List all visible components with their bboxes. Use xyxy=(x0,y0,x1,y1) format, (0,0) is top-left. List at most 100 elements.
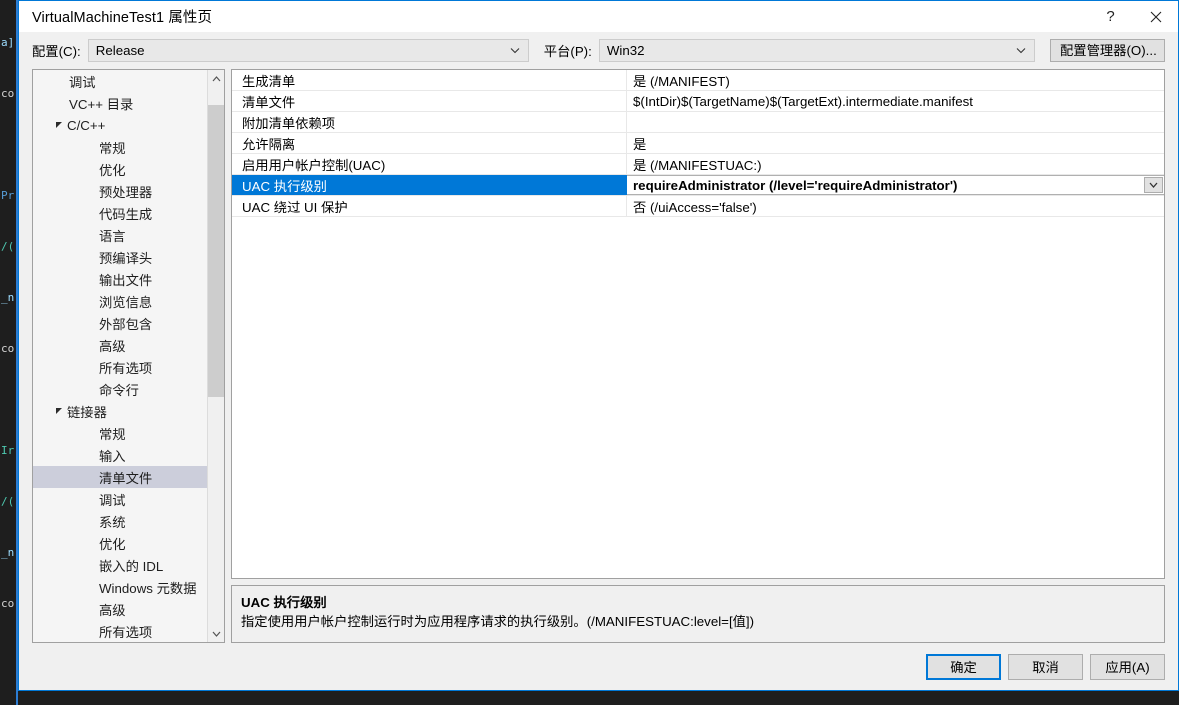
settings-tree[interactable]: 调试 VC++ 目录 C/C++ 常规 优化 预处理器 代码生成 语言 预编译头 输出文件 浏览信息… xyxy=(33,70,207,642)
tree-item-11[interactable]: 外部包含 xyxy=(33,312,207,334)
tree-item-5[interactable]: 预处理器 xyxy=(33,180,207,202)
tree-item-24[interactable]: 高级 xyxy=(33,598,207,620)
tree-item-label: 代码生成 xyxy=(99,206,153,222)
property-value[interactable]: 是 (/MANIFEST) xyxy=(627,70,1164,90)
property-row[interactable]: 生成清单是 (/MANIFEST) xyxy=(232,70,1164,91)
tree-item-15[interactable]: 链接器 xyxy=(33,400,207,422)
right-pane: 生成清单是 (/MANIFEST) 清单文件 $(IntDir)$(TargetNa… xyxy=(231,69,1165,643)
apply-button[interactable]: 应用(A) xyxy=(1090,653,1165,680)
help-icon[interactable]: ? xyxy=(1088,1,1133,32)
property-value-text: 是 (/MANIFEST) xyxy=(633,73,730,89)
tree-item-label: 优化 xyxy=(99,536,126,552)
scrollbar-up-icon[interactable] xyxy=(208,70,224,87)
property-row[interactable]: UAC 执行级别 requireAdministrator (/level='re… xyxy=(232,175,1164,196)
property-value-chevron-down-icon[interactable] xyxy=(1144,177,1163,193)
tree-item-label: 所有选项 xyxy=(99,360,153,376)
tree-item-10[interactable]: 浏览信息 xyxy=(33,290,207,312)
tree-item-14[interactable]: 命令行 xyxy=(33,378,207,400)
property-value[interactable]: 否 (/uiAccess='false') xyxy=(627,196,1164,216)
property-row[interactable]: 允许隔离是 xyxy=(232,133,1164,154)
tree-item-21[interactable]: 优化 xyxy=(33,532,207,554)
ok-button[interactable]: 确定 xyxy=(926,653,1001,680)
configuration-bar: 配置(C): Release 平台(P): Win32 配置管理器(O)... xyxy=(19,32,1178,69)
description-title: UAC 执行级别 xyxy=(241,595,327,610)
tree-item-1[interactable]: VC++ 目录 xyxy=(33,92,207,114)
chevron-down-icon xyxy=(1016,40,1026,61)
property-row[interactable]: UAC 绕过 UI 保护否 (/uiAccess='false') xyxy=(232,196,1164,217)
property-value-text: $(IntDir)$(TargetName)$(TargetExt).inter… xyxy=(633,93,973,109)
property-value[interactable]: $(IntDir)$(TargetName)$(TargetExt).inter… xyxy=(627,91,1164,111)
tree-item-label: 命令行 xyxy=(99,382,139,398)
tree-item-25[interactable]: 所有选项 xyxy=(33,620,207,642)
tree-item-label: 浏览信息 xyxy=(99,294,153,310)
property-value-text: 是 xyxy=(633,136,647,152)
tree-item-label: 所有选项 xyxy=(99,624,153,640)
property-name: 附加清单依赖项 xyxy=(232,112,627,132)
description-text: 指定使用用户帐户控制运行时为应用程序请求的执行级别。(/MANIFESTUAC:… xyxy=(241,614,755,629)
tree-item-8[interactable]: 预编译头 xyxy=(33,246,207,268)
property-value[interactable]: 是 xyxy=(627,133,1164,153)
tree-item-12[interactable]: 高级 xyxy=(33,334,207,356)
property-row[interactable]: 清单文件 $(IntDir)$(TargetName)$(TargetExt).i… xyxy=(232,91,1164,112)
tree-item-7[interactable]: 语言 xyxy=(33,224,207,246)
configuration-manager-button[interactable]: 配置管理器(O)... xyxy=(1050,39,1165,62)
tree-item-label: 输入 xyxy=(99,448,126,464)
tree-item-label: VC++ 目录 xyxy=(69,96,134,112)
tree-item-0[interactable]: 调试 xyxy=(33,70,207,92)
expander-triangle-icon[interactable] xyxy=(52,121,65,129)
tree-item-label: 链接器 xyxy=(67,404,107,420)
tree-item-label: C/C++ xyxy=(67,117,106,133)
tree-item-20[interactable]: 系统 xyxy=(33,510,207,532)
window-title: VirtualMachineTest1 属性页 xyxy=(32,10,213,26)
tree-item-19[interactable]: 调试 xyxy=(33,488,207,510)
tree-item-23[interactable]: Windows 元数据 xyxy=(33,576,207,598)
tree-item-label: 清单文件 xyxy=(99,470,153,486)
property-name: UAC 绕过 UI 保护 xyxy=(232,196,627,216)
tree-item-label: 优化 xyxy=(99,162,126,178)
configuration-label: 配置(C): xyxy=(32,44,81,59)
dialog-body: 调试 VC++ 目录 C/C++ 常规 优化 预处理器 代码生成 语言 预编译头 输出文件 浏览信息… xyxy=(19,69,1178,643)
tree-item-label: 预编译头 xyxy=(99,250,153,266)
tree-item-17[interactable]: 输入 xyxy=(33,444,207,466)
chevron-down-icon xyxy=(510,40,520,61)
property-name: 允许隔离 xyxy=(232,133,627,153)
tree-item-label: 常规 xyxy=(99,140,126,156)
tree-item-label: 常规 xyxy=(99,426,126,442)
tree-item-label: 语言 xyxy=(99,228,126,244)
property-row[interactable]: 附加清单依赖项 xyxy=(232,112,1164,133)
close-icon[interactable] xyxy=(1133,1,1178,32)
property-name: 清单文件 xyxy=(232,91,627,111)
tree-item-3[interactable]: 常规 xyxy=(33,136,207,158)
tree-item-label: 外部包含 xyxy=(99,316,153,332)
scrollbar-thumb[interactable] xyxy=(208,105,224,397)
scrollbar-down-icon[interactable] xyxy=(208,625,224,642)
tree-item-2[interactable]: C/C++ xyxy=(33,114,207,136)
dialog-footer: 确定 取消 应用(A) xyxy=(19,643,1178,690)
tree-item-4[interactable]: 优化 xyxy=(33,158,207,180)
tree-item-22[interactable]: 嵌入的 IDL xyxy=(33,554,207,576)
tree-item-9[interactable]: 输出文件 xyxy=(33,268,207,290)
description-panel: UAC 执行级别 指定使用用户帐户控制运行时为应用程序请求的执行级别。(/MAN… xyxy=(231,585,1165,643)
configuration-combobox[interactable]: Release xyxy=(87,39,529,62)
cancel-button[interactable]: 取消 xyxy=(1008,653,1083,680)
property-grid[interactable]: 生成清单是 (/MANIFEST) 清单文件 $(IntDir)$(TargetNa… xyxy=(231,69,1165,579)
tree-item-13[interactable]: 所有选项 xyxy=(33,356,207,378)
tree-item-label: 调试 xyxy=(99,492,126,508)
tree-scrollbar[interactable] xyxy=(207,70,224,642)
tree-item-6[interactable]: 代码生成 xyxy=(33,202,207,224)
tree-item-label: 调试 xyxy=(69,74,96,90)
property-value-text: requireAdministrator (/level='requireAdm… xyxy=(633,177,958,193)
tree-item-16[interactable]: 常规 xyxy=(33,422,207,444)
property-row[interactable]: 启用用户帐户控制(UAC) 是 (/MANIFESTUAC:) xyxy=(232,154,1164,175)
platform-combobox[interactable]: Win32 xyxy=(598,39,1035,62)
tree-item-label: 系统 xyxy=(99,514,126,530)
tree-item-18[interactable]: 清单文件 xyxy=(33,466,207,488)
tree-item-label: 嵌入的 IDL xyxy=(99,558,164,574)
property-pages-dialog: VirtualMachineTest1 属性页 ? 配置(C): Release… xyxy=(18,0,1179,691)
property-value[interactable]: 是 (/MANIFESTUAC:) xyxy=(627,154,1164,174)
property-value[interactable]: requireAdministrator (/level='requireAdm… xyxy=(627,175,1164,195)
property-value-text: 是 (/MANIFESTUAC:) xyxy=(633,157,762,173)
tree-item-label: 输出文件 xyxy=(99,272,153,288)
property-value[interactable] xyxy=(627,112,1164,132)
expander-triangle-icon[interactable] xyxy=(52,407,65,415)
